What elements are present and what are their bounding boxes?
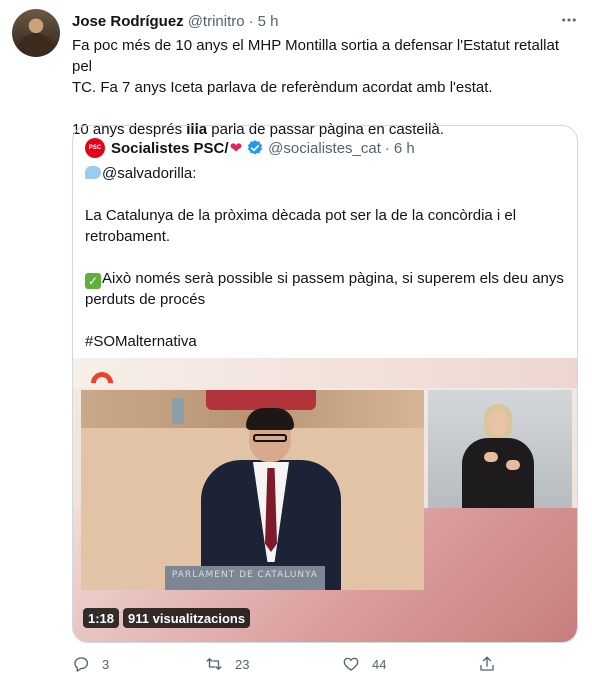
quoted-text-line: ✓ Això només serà possible si passem pàgi… [85, 268, 567, 289]
video-top-band [73, 358, 577, 388]
tweet-time[interactable]: 5 h [258, 13, 279, 30]
share-button[interactable] [478, 650, 496, 678]
main-video-frame: PARLAMENT DE CATALUNYA [81, 390, 424, 590]
interpreter-hand [484, 452, 498, 462]
reply-icon [74, 657, 89, 672]
author-name[interactable]: Jose Rodríguez [72, 13, 184, 30]
author-handle[interactable]: @trinitro [188, 13, 245, 30]
interpreter-hand [506, 460, 520, 470]
tweet[interactable]: Jose Rodríguez @trinitro · 5 h Fa poc mé… [0, 0, 592, 685]
lectern-label: PARLAMENT DE CATALUNYA [171, 570, 319, 580]
interpreter-body [462, 438, 534, 508]
tweet-text-line: TC. Fa 7 anys Iceta parlava de referèndu… [72, 79, 493, 96]
action-bar: 3 23 44 [72, 650, 502, 678]
heart-emoji: ❤ [229, 140, 243, 157]
separator-dot: · [248, 12, 254, 30]
quoted-text-line: perduts de procés [85, 291, 206, 308]
share-icon [480, 656, 494, 671]
tweet-text-line: Fa poc més de 10 anys el MHP Montilla so… [72, 37, 559, 75]
text-fragment: Això només serà possible si passem pàgin… [102, 270, 564, 287]
background-person [206, 390, 316, 410]
like-button[interactable]: 44 [342, 650, 386, 678]
mention-line: @salvadorilla: [85, 163, 567, 184]
video-duration: 1:18 [83, 608, 120, 628]
quoted-header: PSC Socialistes PSC/ ❤ @socialistes_cat … [85, 137, 415, 159]
video-player[interactable]: PARLAMENT DE CATALUNYA 1:18 911 visualit… [73, 358, 577, 642]
quoted-tweet[interactable]: PSC Socialistes PSC/ ❤ @socialistes_cat … [72, 125, 578, 643]
reply-button[interactable]: 3 [72, 650, 109, 678]
mention-text: @salvadorilla: [102, 165, 197, 182]
check-mark-icon: ✓ [85, 273, 101, 289]
like-count: 44 [372, 656, 387, 672]
quoted-text-line: retrobament. [85, 228, 171, 245]
interpreter-face [488, 410, 508, 436]
quoted-author-handle[interactable]: @socialistes_cat [268, 140, 381, 157]
view-count: 911 visualitzacions [123, 608, 251, 628]
speaker-glasses [253, 434, 287, 442]
avatar[interactable] [12, 9, 60, 57]
quoted-author-name[interactable]: Socialistes PSC/ [111, 140, 229, 157]
psc-logo[interactable]: PSC [85, 138, 105, 158]
retweet-button[interactable]: 23 [205, 650, 249, 678]
separator-dot: · [384, 139, 390, 157]
retweet-icon [206, 658, 222, 670]
speaker-hair [246, 408, 294, 430]
heart-icon [343, 657, 359, 671]
hashtag[interactable]: #SOMalternativa [85, 331, 567, 352]
reply-count: 3 [102, 656, 110, 672]
more-horizontal-icon[interactable] [556, 9, 582, 31]
verified-badge-icon [248, 140, 263, 155]
water-bottle [172, 398, 184, 424]
tweet-header: Jose Rodríguez @trinitro · 5 h [72, 11, 278, 31]
quoted-time[interactable]: 6 h [394, 140, 415, 157]
retweet-count: 23 [235, 656, 250, 672]
speech-bubble-icon [85, 166, 101, 179]
sign-language-inset [428, 390, 572, 508]
quoted-text: @salvadorilla: La Catalunya de la pròxim… [85, 163, 567, 352]
video-stats: 1:18 911 visualitzacions [83, 608, 251, 628]
quoted-text-line: La Catalunya de la pròxima dècada pot se… [85, 207, 517, 224]
